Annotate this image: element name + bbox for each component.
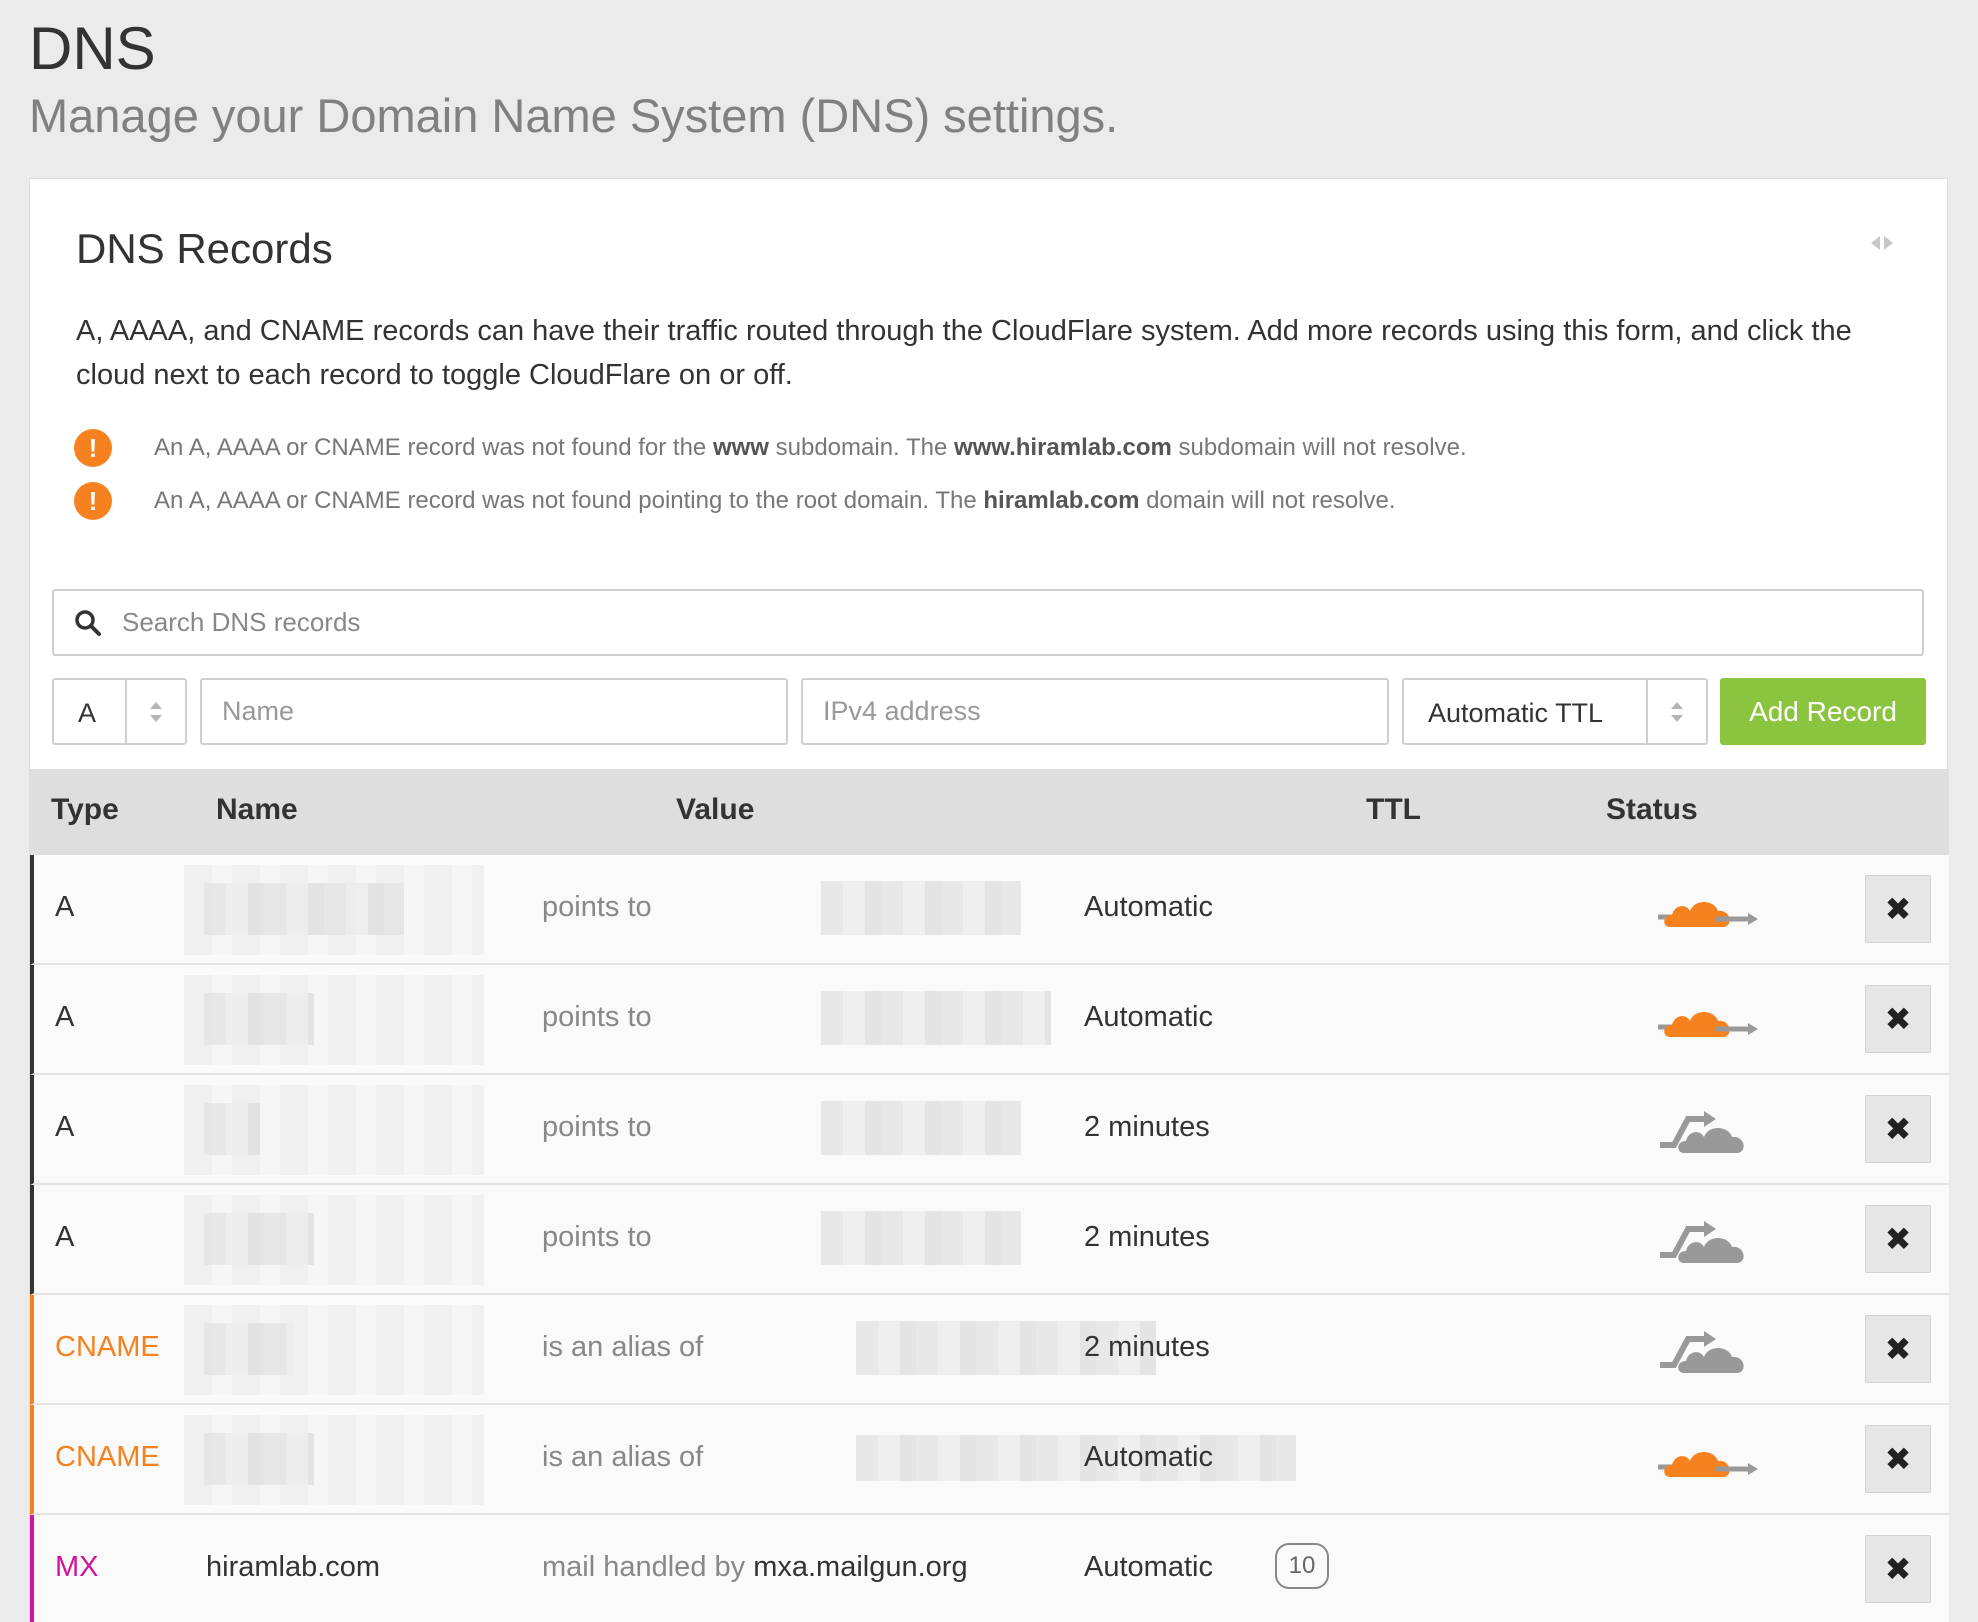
warning-icon: ! [74, 429, 112, 467]
close-icon: ✖ [1884, 1551, 1912, 1587]
record-type-select[interactable]: A [52, 678, 187, 745]
search-box [52, 589, 1924, 656]
cloud-on-icon[interactable] [1656, 881, 1766, 941]
record-type-value: A [78, 698, 97, 728]
record-ttl: 2 minutes [1084, 1331, 1210, 1363]
record-ttl: Automatic [1084, 891, 1213, 923]
close-icon: ✖ [1884, 1221, 1912, 1257]
delete-record-button[interactable]: ✖ [1865, 985, 1931, 1053]
alert-www: ! An A, AAAA or CNAME record was not fou… [74, 429, 1467, 467]
record-type: A [55, 1221, 75, 1253]
cloud-on-icon[interactable] [1656, 991, 1766, 1051]
redacted-name [204, 1103, 260, 1155]
value-input[interactable] [801, 678, 1389, 745]
record-ttl: 2 minutes [1084, 1221, 1210, 1253]
table-row: A points to Automatic ✖ [30, 855, 1949, 965]
table-header: Type Name Value TTL Status [30, 769, 1949, 855]
cloud-off-icon[interactable] [1656, 1101, 1766, 1161]
card-title: DNS Records [76, 225, 333, 272]
record-type: MX [55, 1551, 99, 1583]
table-row: MX hiramlab.com mail handled by mxa.mail… [30, 1515, 1949, 1622]
record-type: CNAME [55, 1331, 160, 1363]
record-ttl: Automatic [1084, 1551, 1213, 1583]
ttl-select[interactable]: Automatic TTL [1402, 678, 1708, 745]
record-ttl: Automatic [1084, 1001, 1213, 1033]
priority-badge: 10 [1275, 1543, 1329, 1589]
close-icon: ✖ [1884, 891, 1912, 927]
column-header-value[interactable]: Value [676, 793, 754, 827]
record-target: mxa.mailgun.org [753, 1551, 968, 1583]
record-verb: mail handled by [542, 1551, 746, 1583]
redacted-name [204, 1213, 314, 1265]
table-row: CNAME is an alias of Automatic ✖ [30, 1405, 1949, 1515]
select-arrows-icon [1646, 680, 1706, 743]
card-intro: A, AAAA, and CNAME records can have thei… [76, 315, 1852, 391]
redacted-value [821, 1211, 1021, 1265]
add-record-button[interactable]: Add Record [1720, 678, 1926, 745]
collapse-arrows-icon[interactable] [1869, 235, 1895, 251]
delete-record-button[interactable]: ✖ [1865, 1095, 1931, 1163]
warning-icon: ! [74, 482, 112, 520]
record-verb: points to [542, 1221, 652, 1253]
delete-record-button[interactable]: ✖ [1865, 1535, 1931, 1603]
ttl-value: Automatic TTL [1428, 698, 1604, 728]
cloud-off-icon[interactable] [1656, 1321, 1766, 1381]
redacted-name [204, 1433, 314, 1485]
search-input[interactable] [122, 607, 1922, 638]
search-icon [75, 609, 101, 636]
page-title: DNS [29, 15, 156, 82]
redacted-name [204, 883, 404, 935]
record-verb: points to [542, 1001, 652, 1033]
close-icon: ✖ [1884, 1001, 1912, 1037]
redacted-name [204, 1323, 294, 1375]
record-type: CNAME [55, 1441, 160, 1473]
record-ttl: Automatic [1084, 1441, 1213, 1473]
close-icon: ✖ [1884, 1331, 1912, 1367]
column-header-ttl[interactable]: TTL [1366, 793, 1421, 827]
redacted-value [821, 881, 1021, 935]
column-header-name[interactable]: Name [216, 793, 298, 827]
redacted-name [204, 993, 314, 1045]
record-verb: is an alias of [542, 1441, 704, 1473]
column-header-status[interactable]: Status [1606, 793, 1698, 827]
delete-record-button[interactable]: ✖ [1865, 1315, 1931, 1383]
table-row: A points to 2 minutes ✖ [30, 1075, 1949, 1185]
column-header-type[interactable]: Type [51, 793, 119, 827]
record-type: A [55, 1001, 75, 1033]
table-row: A points to Automatic ✖ [30, 965, 1949, 1075]
record-type: A [55, 1111, 75, 1143]
record-type: A [55, 891, 75, 923]
alert-text: An A, AAAA or CNAME record was not found… [154, 434, 1467, 461]
delete-record-button[interactable]: ✖ [1865, 1425, 1931, 1493]
name-input[interactable] [200, 678, 788, 745]
select-arrows-icon [125, 680, 185, 743]
record-ttl: 2 minutes [1084, 1111, 1210, 1143]
record-verb: points to [542, 1111, 652, 1143]
delete-record-button[interactable]: ✖ [1865, 1205, 1931, 1273]
redacted-value [856, 1435, 1296, 1481]
cloud-off-icon[interactable] [1656, 1211, 1766, 1271]
dns-records-card: DNS Records A, AAAA, and CNAME records c… [29, 178, 1949, 1622]
redacted-value [821, 991, 1051, 1045]
close-icon: ✖ [1884, 1111, 1912, 1147]
record-name: hiramlab.com [206, 1551, 381, 1583]
alert-root: ! An A, AAAA or CNAME record was not fou… [74, 482, 1396, 520]
table-row: A points to 2 minutes ✖ [30, 1185, 1949, 1295]
close-icon: ✖ [1884, 1441, 1912, 1477]
record-value: mail handled by mxa.mailgun.org [542, 1551, 968, 1584]
cloud-on-icon[interactable] [1656, 1431, 1766, 1491]
record-verb: is an alias of [542, 1331, 704, 1363]
redacted-value [821, 1101, 1021, 1155]
table-row: CNAME is an alias of 2 minutes ✖ [30, 1295, 1949, 1405]
page-subtitle: Manage your Domain Name System (DNS) set… [29, 89, 1119, 142]
record-verb: points to [542, 891, 652, 923]
delete-record-button[interactable]: ✖ [1865, 875, 1931, 943]
alert-text: An A, AAAA or CNAME record was not found… [154, 487, 1396, 514]
